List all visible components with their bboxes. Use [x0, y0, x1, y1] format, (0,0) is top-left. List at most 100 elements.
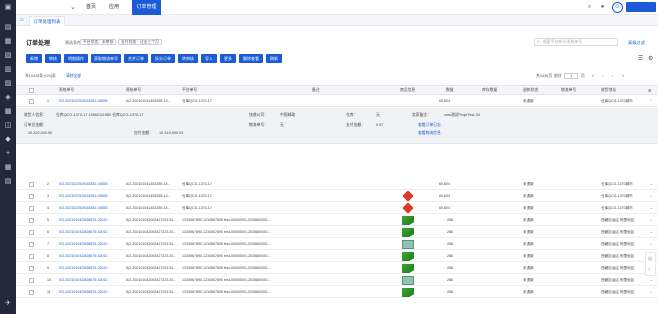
- search-input[interactable]: ⌕ 搜索平台单号/系统单号: [534, 38, 618, 46]
- collapse-icon[interactable]: ⌃: [650, 99, 653, 103]
- table-row[interactable]: 10 SO-20210104/2828676-32010 AO-20210104…: [16, 275, 658, 286]
- row-checkbox[interactable]: [29, 230, 34, 235]
- sys-no-link[interactable]: SO-20210225/2618351-04555: [59, 182, 123, 186]
- clear-all-link[interactable]: 清除全部: [66, 74, 81, 79]
- import-button[interactable]: 导入: [201, 54, 217, 63]
- box-icon[interactable]: ▧: [4, 52, 12, 59]
- select-all-checkbox[interactable]: [29, 88, 34, 93]
- product-thumbnail[interactable]: [402, 264, 414, 273]
- expand-icon[interactable]: ⌄: [650, 242, 653, 246]
- expand-icon[interactable]: ⌄: [650, 230, 653, 234]
- sys-no-link[interactable]: SO-20210104/2828676-32010: [59, 218, 123, 222]
- grid-icon[interactable]: ▦: [4, 164, 12, 171]
- pin-icon[interactable]: ✈: [4, 300, 12, 307]
- to-audit-button[interactable]: 转审核: [178, 54, 198, 63]
- row-checkbox[interactable]: [29, 182, 34, 187]
- table-row[interactable]: 3 SO-20210225/2618351-04555 AO-202101041…: [16, 190, 658, 202]
- table-row[interactable]: 4 SO-20210225/2618351-04555 AO-202101041…: [16, 202, 658, 214]
- avatar[interactable]: ☺: [612, 2, 623, 13]
- nav-home[interactable]: 首页: [86, 3, 96, 12]
- row-checkbox[interactable]: [29, 254, 34, 259]
- product-thumbnail[interactable]: [402, 276, 414, 285]
- order-log-link[interactable]: 查看订单日志: [418, 123, 441, 128]
- row-checkbox[interactable]: [29, 242, 34, 247]
- expand-icon[interactable]: ⌄: [650, 218, 653, 222]
- row-checkbox[interactable]: [29, 218, 34, 223]
- advanced-filter-link[interactable]: 高级过滤: [628, 40, 645, 46]
- expand-icon[interactable]: ⌄: [650, 278, 653, 282]
- document-icon[interactable]: ▤: [4, 24, 12, 31]
- sys-no-link[interactable]: SO-20210104/2828676-32010: [59, 254, 123, 258]
- audit-button[interactable]: 审核: [45, 54, 61, 63]
- product-thumbnail[interactable]: [402, 252, 414, 261]
- package-icon[interactable]: ◈: [4, 94, 12, 101]
- list-icon[interactable]: ▤: [4, 178, 12, 185]
- table-row[interactable]: 9 SO-20210104/2828676-32010 AO-202101042…: [16, 263, 658, 274]
- row-checkbox[interactable]: [29, 290, 34, 295]
- table-row[interactable]: 11 SO-20210104/2828676-32010 AO-20210104…: [16, 287, 658, 298]
- table-row[interactable]: 5 SO-20210104/2828676-32010 AO-202101042…: [16, 215, 658, 226]
- sys-no-link[interactable]: SO-20210104/2828676-32010: [59, 290, 123, 294]
- plus-icon[interactable]: +: [4, 150, 12, 157]
- next-page-icon[interactable]: ›: [612, 72, 613, 80]
- expand-icon[interactable]: ⌄: [650, 206, 653, 210]
- tab-order-list[interactable]: 订单处理列表: [29, 16, 65, 26]
- sys-no-link[interactable]: SO-20210104/2828676-32010: [59, 278, 123, 282]
- settings-icon[interactable]: ◫: [4, 122, 12, 129]
- sys-no-link[interactable]: SO-20210104/2828676-32010: [59, 242, 123, 246]
- column-settings-icon[interactable]: ⚙: [648, 88, 651, 93]
- detail-ops-button[interactable]: 明细操作: [64, 54, 88, 63]
- logistic-info-link[interactable]: 查看物流信息: [418, 131, 441, 136]
- expand-icon[interactable]: ⌄: [650, 290, 653, 294]
- table-row[interactable]: 6 SO-20210104/2828676-32010 AO-202101042…: [16, 227, 658, 238]
- list-view-icon[interactable]: ☰: [638, 55, 643, 62]
- table-row[interactable]: 1 SO-20210225/2618351-04555 AO-202101041…: [16, 96, 658, 107]
- row-checkbox[interactable]: [29, 266, 34, 271]
- sys-no-link[interactable]: SO-20210225/2618351-04555: [59, 194, 123, 198]
- warehouse-icon[interactable]: ▩: [4, 108, 12, 115]
- split-order-button[interactable]: 拆分订单: [151, 54, 175, 63]
- nav-apps[interactable]: 应用: [109, 3, 119, 12]
- table-row[interactable]: 8 SO-20210104/2828676-32010 AO-202101042…: [16, 251, 658, 262]
- first-page-icon[interactable]: «: [592, 72, 594, 80]
- get-tracking-button[interactable]: 获取物流单号: [91, 54, 121, 63]
- calendar-icon[interactable]: ▨: [4, 80, 12, 87]
- table-row[interactable]: 2 SO-20210225/2618351-04555 AO-202101041…: [16, 179, 658, 190]
- sys-no-link[interactable]: SO-20210104/2828676-32010: [59, 230, 123, 234]
- row-checkbox[interactable]: [29, 278, 34, 283]
- refresh-button[interactable]: 刷新: [266, 54, 282, 63]
- delete-view-button[interactable]: 删除查看: [239, 54, 263, 63]
- row-checkbox[interactable]: [29, 194, 34, 199]
- product-thumbnail[interactable]: [402, 190, 414, 202]
- order-icon[interactable]: ▦: [4, 38, 12, 45]
- filter-chip[interactable]: 支付状态：过去三个月: [118, 39, 162, 45]
- expand-icon[interactable]: ⌄: [650, 194, 653, 198]
- row-checkbox[interactable]: [29, 99, 34, 104]
- lock-icon[interactable]: ⌂: [648, 266, 651, 272]
- grid-view-icon[interactable]: ⚙: [648, 55, 653, 62]
- product-thumbnail[interactable]: [402, 216, 414, 225]
- product-thumbnail[interactable]: [402, 228, 414, 237]
- search-icon[interactable]: ⌕: [586, 4, 593, 11]
- product-thumbnail[interactable]: [402, 202, 414, 214]
- product-thumbnail[interactable]: [402, 240, 414, 249]
- home-icon[interactable]: ⌂: [20, 17, 27, 24]
- add-button[interactable]: 新增: [26, 54, 42, 63]
- filter-chip[interactable]: 平台状态：未审核: [80, 39, 117, 45]
- layers-icon[interactable]: ◆: [4, 136, 12, 143]
- logo-icon[interactable]: ▣: [4, 4, 12, 11]
- menu-toggle-icon[interactable]: ⌄: [68, 3, 78, 12]
- chart-icon[interactable]: ▥: [4, 66, 12, 73]
- sys-no-link[interactable]: SO-20210225/2618351-04555: [59, 99, 123, 103]
- page-input[interactable]: 1: [564, 73, 578, 79]
- nav-order-management[interactable]: 订单管理: [132, 0, 161, 15]
- merge-order-button[interactable]: 合并订单: [124, 54, 148, 63]
- bell-icon[interactable]: ●: [599, 4, 606, 11]
- chat-icon[interactable]: ◎: [648, 256, 652, 262]
- expand-icon[interactable]: ⌄: [650, 182, 653, 186]
- row-checkbox[interactable]: [29, 206, 34, 211]
- table-row[interactable]: 7 SO-20210104/2828676-32010 AO-202101042…: [16, 239, 658, 250]
- sys-no-link[interactable]: SO-20210225/2618351-04555: [59, 206, 123, 210]
- prev-page-icon[interactable]: ‹: [602, 72, 603, 80]
- product-thumbnail[interactable]: [402, 288, 414, 297]
